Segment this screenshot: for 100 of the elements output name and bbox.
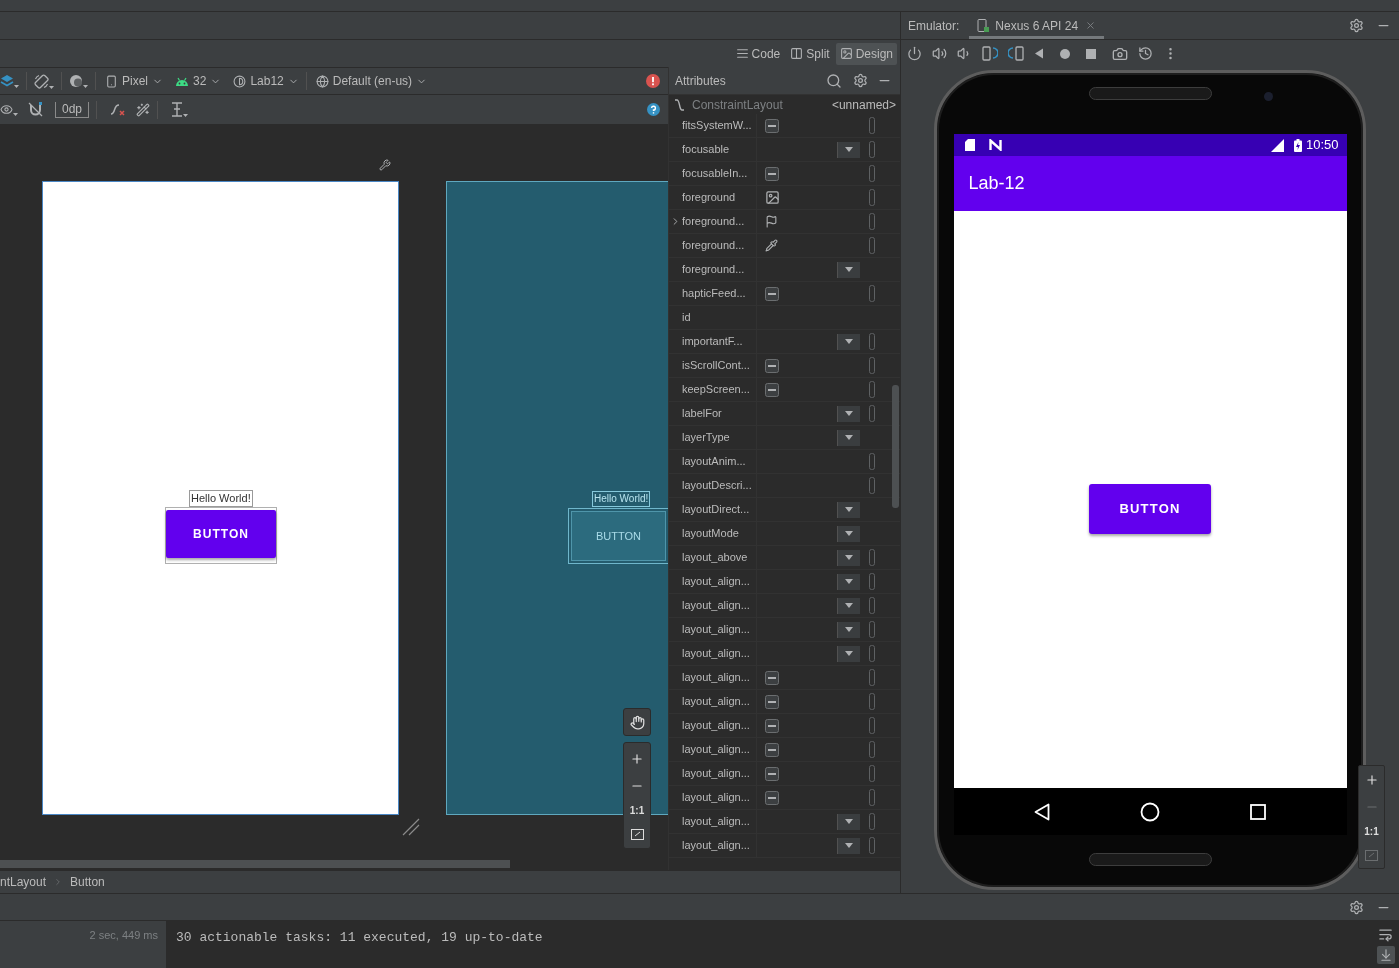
attribute-name: layout_align...	[682, 694, 750, 710]
night-mode-icon[interactable]	[69, 74, 83, 88]
pan-button[interactable]	[623, 708, 651, 736]
flag-icon[interactable]	[765, 215, 778, 228]
magic-wand-icon[interactable]	[136, 102, 151, 117]
snapshot-icon[interactable]	[1138, 46, 1153, 61]
checkbox-indeterminate-icon[interactable]	[765, 382, 779, 397]
dropdown-button[interactable]	[837, 837, 860, 854]
layout-name: <unnamed>	[831, 96, 896, 114]
status-time: 10:50	[1305, 136, 1339, 155]
breadcrumb-item[interactable]: Button	[70, 873, 105, 891]
rotate-left-icon[interactable]	[982, 46, 998, 61]
checkbox-indeterminate-icon[interactable]	[765, 286, 779, 301]
api-level-dropdown[interactable]: 32	[175, 72, 222, 90]
overview-icon[interactable]	[1250, 803, 1266, 820]
dropdown-button[interactable]	[837, 645, 860, 662]
settings-icon[interactable]	[853, 73, 868, 88]
default-margins-dropdown[interactable]: 0dp	[55, 101, 90, 118]
settings-icon[interactable]	[1349, 899, 1364, 915]
checkbox-indeterminate-icon[interactable]	[765, 766, 779, 781]
dropdown-button[interactable]	[837, 333, 860, 350]
scroll-to-end-icon[interactable]	[1378, 948, 1393, 962]
locale-dropdown[interactable]: Default (en-us)	[315, 72, 428, 90]
rotate-right-icon[interactable]	[1008, 46, 1024, 61]
dropdown-button[interactable]	[837, 597, 860, 614]
checkbox-indeterminate-icon[interactable]	[765, 670, 779, 685]
power-icon[interactable]	[907, 46, 922, 61]
attribute-name: labelFor	[682, 406, 722, 422]
attribute-name: foreground	[682, 190, 736, 206]
signal-icon	[1270, 138, 1284, 152]
image-icon[interactable]	[765, 190, 780, 205]
dropdown-button[interactable]	[837, 525, 860, 542]
checkbox-indeterminate-icon[interactable]	[765, 166, 779, 181]
build-duration: 2 sec, 449 ms	[89, 929, 158, 941]
checkbox-indeterminate-icon[interactable]	[765, 790, 779, 805]
phone-icon	[105, 74, 118, 88]
caret-icon	[49, 85, 54, 89]
error-icon[interactable]	[646, 74, 660, 88]
dropdown-button[interactable]	[837, 573, 860, 590]
dropdown-button[interactable]	[837, 621, 860, 638]
home-icon[interactable]	[1140, 801, 1160, 822]
breadcrumb-item[interactable]: ntLayout	[0, 873, 47, 891]
view-mode-button[interactable]: Split	[786, 42, 834, 65]
resize-handle-icon[interactable]	[402, 818, 420, 836]
eyedropper-icon[interactable]	[765, 239, 778, 252]
dropdown-button[interactable]	[837, 549, 860, 566]
settings-icon[interactable]	[1349, 18, 1364, 33]
help-icon[interactable]	[647, 103, 660, 116]
attribute-name: layout_align...	[682, 766, 750, 782]
button-widget[interactable]: BUTTON	[568, 508, 668, 564]
app-button[interactable]: BUTTON	[1089, 484, 1211, 534]
soft-wrap-icon[interactable]	[1378, 927, 1393, 942]
view-mode-button[interactable]: Code	[731, 42, 785, 65]
theme-dropdown[interactable]: Lab12	[233, 72, 299, 90]
actual-size-button[interactable]: 1:1	[629, 805, 645, 816]
align-icon[interactable]	[171, 102, 184, 117]
camera-icon[interactable]	[1112, 45, 1128, 62]
wrench-icon	[379, 159, 391, 171]
dropdown-button[interactable]	[837, 405, 860, 422]
zoom-in-icon[interactable]	[630, 751, 644, 766]
device-icon	[977, 18, 991, 33]
view-mode-button[interactable]: Design	[835, 42, 897, 65]
zoom-in-icon[interactable]	[1364, 772, 1379, 787]
button-widget[interactable]: BUTTON	[166, 510, 276, 558]
dropdown-button[interactable]	[837, 501, 860, 518]
search-icon[interactable]	[826, 72, 842, 89]
checkbox-indeterminate-icon[interactable]	[765, 358, 779, 373]
attribute-name: hapticFeed...	[682, 286, 746, 302]
vertical-scrollbar[interactable]	[892, 385, 899, 508]
device-tab[interactable]: Nexus 6 API 24	[969, 12, 1105, 39]
clear-constraints-icon[interactable]	[110, 102, 127, 117]
code-view-icon	[735, 47, 749, 60]
globe-icon	[315, 74, 329, 88]
attribute-name: layout_align...	[682, 814, 750, 830]
checkbox-indeterminate-icon[interactable]	[765, 718, 779, 733]
attribute-name: layoutMode	[682, 526, 739, 542]
orientation-icon[interactable]	[34, 73, 49, 89]
layers-icon[interactable]	[0, 74, 14, 88]
caret-icon	[845, 843, 853, 848]
actual-size-button[interactable]: 1:1	[1364, 827, 1379, 838]
text-view-label[interactable]: Hello World!	[189, 490, 253, 507]
back-icon[interactable]	[1034, 802, 1050, 821]
device-dropdown[interactable]: Pixel	[105, 72, 163, 90]
horizontal-scrollbar[interactable]	[0, 860, 510, 868]
attribute-name: layout_align...	[682, 670, 750, 686]
hand-icon	[629, 714, 645, 730]
checkbox-indeterminate-icon[interactable]	[765, 694, 779, 709]
attribute-name: importantF...	[682, 334, 743, 350]
magnet-off-icon[interactable]	[28, 102, 43, 117]
caret-icon	[845, 819, 853, 824]
dropdown-button[interactable]	[837, 813, 860, 830]
eye-icon[interactable]	[0, 103, 13, 116]
dropdown-button[interactable]	[837, 261, 860, 278]
dropdown-button[interactable]	[837, 141, 860, 158]
checkbox-indeterminate-icon[interactable]	[765, 742, 779, 757]
text-view-label[interactable]: Hello World!	[592, 491, 651, 507]
checkbox-indeterminate-icon[interactable]	[765, 118, 779, 133]
dropdown-button[interactable]	[837, 429, 860, 446]
volume-up-icon[interactable]	[932, 46, 947, 61]
attribute-name: foreground...	[682, 262, 745, 278]
